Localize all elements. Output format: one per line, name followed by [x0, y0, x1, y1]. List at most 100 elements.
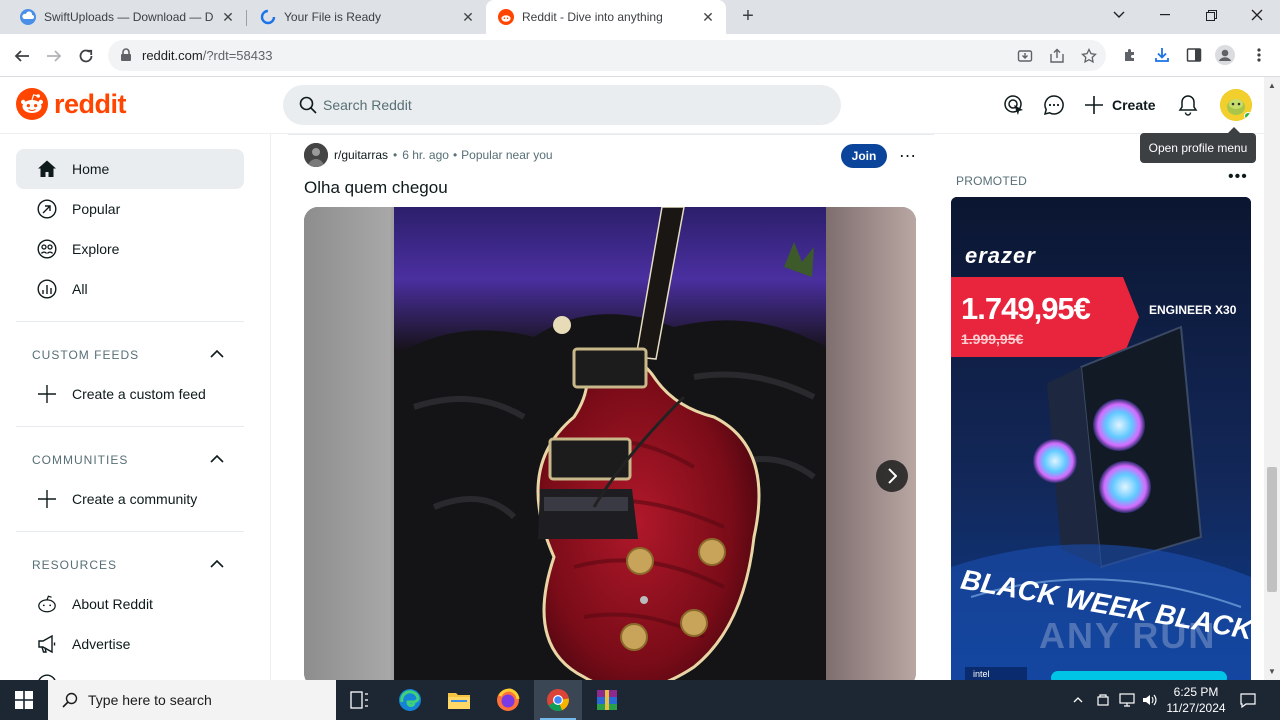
browser-toolbar: reddit.com/?rdt=58433	[0, 34, 1280, 77]
tab-close-icon[interactable]: ✕	[220, 9, 236, 25]
advertise-icon[interactable]	[1002, 93, 1026, 117]
notifications-center-icon[interactable]	[1236, 680, 1260, 720]
minimize-icon[interactable]	[1142, 0, 1188, 30]
meta-separator: •	[452, 148, 458, 162]
network-icon[interactable]	[1117, 680, 1137, 720]
new-tab-icon[interactable]: +	[736, 5, 760, 29]
taskbar-clock[interactable]: 6:25 PM 11/27/2024	[1160, 684, 1232, 716]
back-icon[interactable]	[9, 43, 35, 69]
browser-tab-active[interactable]: Reddit - Dive into anything ✕	[486, 0, 726, 34]
plus-icon	[37, 384, 57, 404]
chevron-up-icon[interactable]	[210, 349, 224, 358]
chrome-taskbar-icon[interactable]	[534, 680, 582, 720]
browser-tab[interactable]: SwiftUploads — Download — DO ✕	[0, 0, 246, 34]
clock-time: 6:25 PM	[1173, 685, 1219, 699]
sidebar-item-partial[interactable]	[16, 664, 244, 680]
reddit-outline-icon	[37, 594, 57, 614]
custom-feeds-heading[interactable]: CUSTOM FEEDS	[32, 348, 139, 362]
chevron-up-icon[interactable]	[210, 559, 224, 568]
volume-icon[interactable]	[1140, 680, 1160, 720]
tab-search-icon[interactable]	[1096, 0, 1142, 30]
create-community-button[interactable]: Create a community	[16, 479, 244, 519]
page-scrollbar[interactable]: ▲ ▼	[1264, 77, 1280, 680]
post-media[interactable]	[304, 207, 916, 680]
windows-start-icon[interactable]	[0, 680, 48, 720]
security-tray-icon[interactable]	[1093, 680, 1113, 720]
task-view-icon[interactable]	[336, 680, 384, 720]
left-sidebar: Home Popular Explore All CUSTOM FEEDS Cr…	[0, 134, 271, 680]
profile-icon[interactable]	[1214, 44, 1236, 66]
scroll-down-icon[interactable]: ▼	[1268, 667, 1276, 676]
restore-icon[interactable]	[1188, 0, 1234, 30]
create-button[interactable]: Create	[1084, 93, 1156, 117]
sidebar-item-label: Advertise	[72, 636, 131, 652]
sidebar-item-label: Home	[72, 161, 110, 177]
file-explorer-icon[interactable]	[435, 680, 483, 720]
browser-tab[interactable]: Your File is Ready ✕	[240, 0, 486, 34]
close-window-icon[interactable]	[1234, 0, 1280, 30]
extensions-icon[interactable]	[1119, 44, 1141, 66]
tab-close-icon[interactable]: ✕	[700, 9, 716, 25]
promoted-ad[interactable]: erazer 1.749,95€ 1.999,95€ ENGINEER X30 …	[951, 197, 1251, 680]
downloads-icon[interactable]	[1151, 44, 1173, 66]
winrar-icon[interactable]	[583, 680, 631, 720]
create-custom-feed-button[interactable]: Create a custom feed	[16, 374, 244, 414]
taskbar-search-input[interactable]: Type here to search	[48, 680, 336, 720]
sidebar-divider	[16, 426, 244, 427]
avatar[interactable]	[1220, 89, 1252, 121]
forward-icon[interactable]	[41, 43, 67, 69]
subreddit-link[interactable]: r/guitarras	[334, 148, 388, 162]
tab-close-icon[interactable]: ✕	[460, 9, 476, 25]
tab-title: Reddit - Dive into anything	[522, 10, 663, 24]
cloud-icon	[20, 9, 36, 25]
megaphone-icon	[37, 634, 57, 654]
search-input[interactable]: Search Reddit	[283, 85, 841, 125]
address-bar[interactable]: reddit.com/?rdt=58433	[108, 40, 1106, 71]
post-age: 6 hr. ago	[402, 148, 449, 162]
sidebar-item-label: All	[72, 281, 88, 297]
sidebar-item-label: Popular	[72, 201, 121, 217]
lock-icon[interactable]	[120, 48, 132, 62]
share-icon[interactable]	[1048, 47, 1066, 65]
sidebar-item-home[interactable]: Home	[16, 149, 244, 189]
tray-overflow-icon[interactable]	[1068, 680, 1088, 720]
edge-icon[interactable]	[386, 680, 434, 720]
reddit-favicon-icon	[498, 9, 514, 25]
reload-icon[interactable]	[73, 43, 99, 69]
chevron-up-icon[interactable]	[210, 454, 224, 463]
browser-tab-strip: SwiftUploads — Download — DO ✕ Your File…	[0, 0, 1280, 34]
subreddit-avatar[interactable]	[304, 143, 328, 167]
chat-icon[interactable]	[1042, 93, 1066, 117]
side-panel-icon[interactable]	[1183, 44, 1205, 66]
carousel-next-button[interactable]	[876, 460, 908, 492]
sidebar-item-popular[interactable]: Popular	[16, 189, 244, 229]
scrollbar-thumb[interactable]	[1267, 467, 1277, 592]
sidebar-item-advertise[interactable]: Advertise	[16, 624, 244, 664]
online-status-dot	[1244, 112, 1252, 120]
loading-icon	[260, 9, 276, 25]
bookmark-star-icon[interactable]	[1080, 47, 1098, 65]
ad-more-options-icon[interactable]: •••	[1228, 169, 1248, 185]
join-button[interactable]: Join	[841, 144, 887, 168]
resources-heading[interactable]: RESOURCES	[32, 558, 117, 572]
post-more-options-icon[interactable]: …	[898, 142, 918, 166]
notifications-bell-icon[interactable]	[1176, 93, 1200, 117]
sidebar-item-all[interactable]: All	[16, 269, 244, 309]
watermark: ANY RUN	[1039, 615, 1217, 656]
chrome-menu-icon[interactable]	[1248, 44, 1270, 66]
ad-model: ENGINEER X30	[1149, 303, 1237, 317]
tab-title: Your File is Ready	[284, 10, 381, 24]
scroll-up-icon[interactable]: ▲	[1268, 81, 1276, 90]
install-app-icon[interactable]	[1016, 47, 1034, 65]
ad-chip: intel	[973, 669, 990, 679]
sidebar-item-explore[interactable]: Explore	[16, 229, 244, 269]
post-title[interactable]: Olha quem chegou	[304, 178, 448, 198]
communities-heading[interactable]: COMMUNITIES	[32, 453, 128, 467]
sidebar-item-about-reddit[interactable]: About Reddit	[16, 584, 244, 624]
sidebar-item-label: Create a community	[72, 491, 198, 507]
url-text: reddit.com/?rdt=58433	[142, 48, 273, 63]
guitar-image[interactable]	[394, 207, 826, 680]
firefox-icon[interactable]	[484, 680, 532, 720]
promoted-label: PROMOTED	[956, 174, 1027, 188]
reddit-logo[interactable]: reddit	[16, 88, 127, 120]
